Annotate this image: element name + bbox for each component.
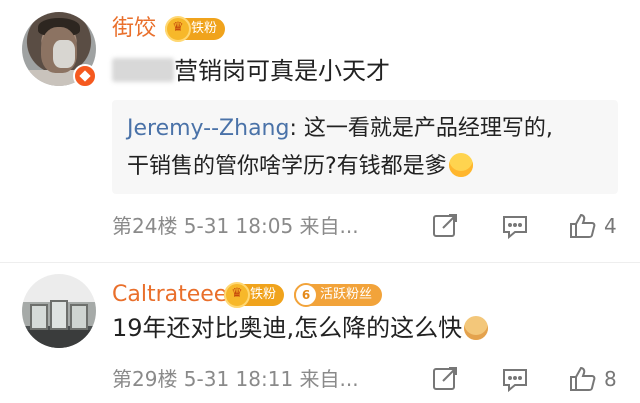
active-level: 6	[294, 283, 318, 307]
comment-meta: 第24楼 5-31 18:05 来自...	[112, 214, 359, 238]
avatar-face-paint	[53, 40, 75, 68]
fan-badge-label: 铁粉	[250, 287, 277, 302]
like-icon[interactable]	[568, 211, 598, 241]
reply-icon[interactable]	[500, 364, 530, 394]
quote-text: 这一看就是产品经理写的,	[303, 116, 553, 141]
quote-line: Jeremy--Zhang: 这一看就是产品经理写的,	[127, 114, 553, 144]
comment-text: 19年还对比奥迪,怎么降的这么快	[112, 312, 489, 344]
share-icon[interactable]	[430, 211, 460, 241]
comment-item: Caltrateee ♛ 铁粉 6 活跃粉丝 19年还对比奥迪,怎么降的这么快 …	[0, 262, 640, 403]
active-fan-badge[interactable]: 6 活跃粉丝	[294, 283, 383, 307]
active-fan-label: 活跃粉丝	[320, 287, 373, 302]
reply-icon[interactable]	[500, 211, 530, 241]
avatar-window	[30, 304, 48, 330]
dog-emoji-icon	[464, 316, 489, 340]
avatar-window	[70, 304, 88, 330]
fan-badge-label: 铁粉	[191, 21, 218, 36]
laugh-emoji-icon	[448, 153, 473, 177]
comment-text-content: 19年还对比奥迪,怎么降的这么快	[112, 314, 463, 342]
comment-text: 营销岗可真是小天才	[112, 55, 390, 87]
comment-item: 街饺 ♛ 铁粉 营销岗可真是小天才 Jeremy--Zhang: 这一看就是产品…	[0, 0, 640, 262]
verified-badge-icon	[73, 64, 97, 88]
crown-icon: ♛	[224, 282, 250, 308]
quote-username[interactable]: Jeremy--Zhang	[127, 116, 289, 141]
like-count: 8	[604, 367, 617, 391]
avatar-window	[50, 300, 68, 330]
quoted-reply[interactable]: Jeremy--Zhang: 这一看就是产品经理写的, 干销售的管你啥学历?有钱…	[112, 100, 618, 194]
fan-badge[interactable]: ♛ 铁粉	[165, 16, 226, 42]
avatar-floor	[22, 330, 96, 348]
avatar[interactable]	[22, 274, 96, 348]
blurred-text	[112, 58, 174, 82]
comment-meta: 第29楼 5-31 18:11 来自...	[112, 367, 359, 391]
fan-badge[interactable]: ♛ 铁粉	[224, 282, 285, 308]
divider	[0, 262, 640, 263]
like-icon[interactable]	[568, 364, 598, 394]
crown-icon: ♛	[165, 16, 191, 42]
quote-text: 干销售的管你啥学历?有钱都是爹	[127, 154, 447, 179]
quote-colon: :	[289, 116, 304, 141]
comment-text-content: 营销岗可真是小天才	[174, 57, 390, 85]
username[interactable]: 街饺	[112, 16, 156, 42]
username[interactable]: Caltrateee	[112, 282, 227, 308]
share-icon[interactable]	[430, 364, 460, 394]
quote-line: 干销售的管你啥学历?有钱都是爹	[127, 152, 473, 182]
like-count: 4	[604, 214, 617, 238]
